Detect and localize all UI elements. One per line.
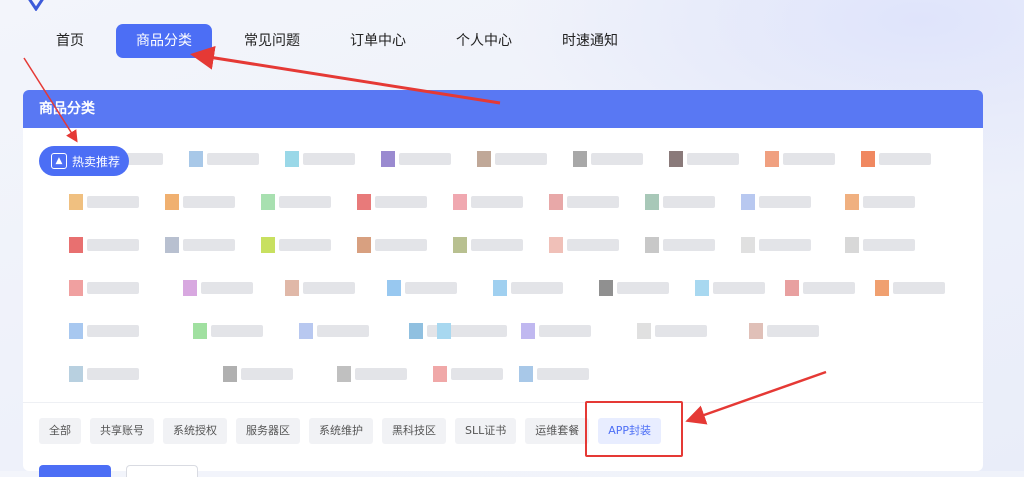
- arrow-to-app-tag: [685, 370, 827, 425]
- annotation-arrows: [23, 45, 827, 425]
- arrow-to-hot: [23, 57, 78, 143]
- arrow-to-nav: [190, 45, 501, 105]
